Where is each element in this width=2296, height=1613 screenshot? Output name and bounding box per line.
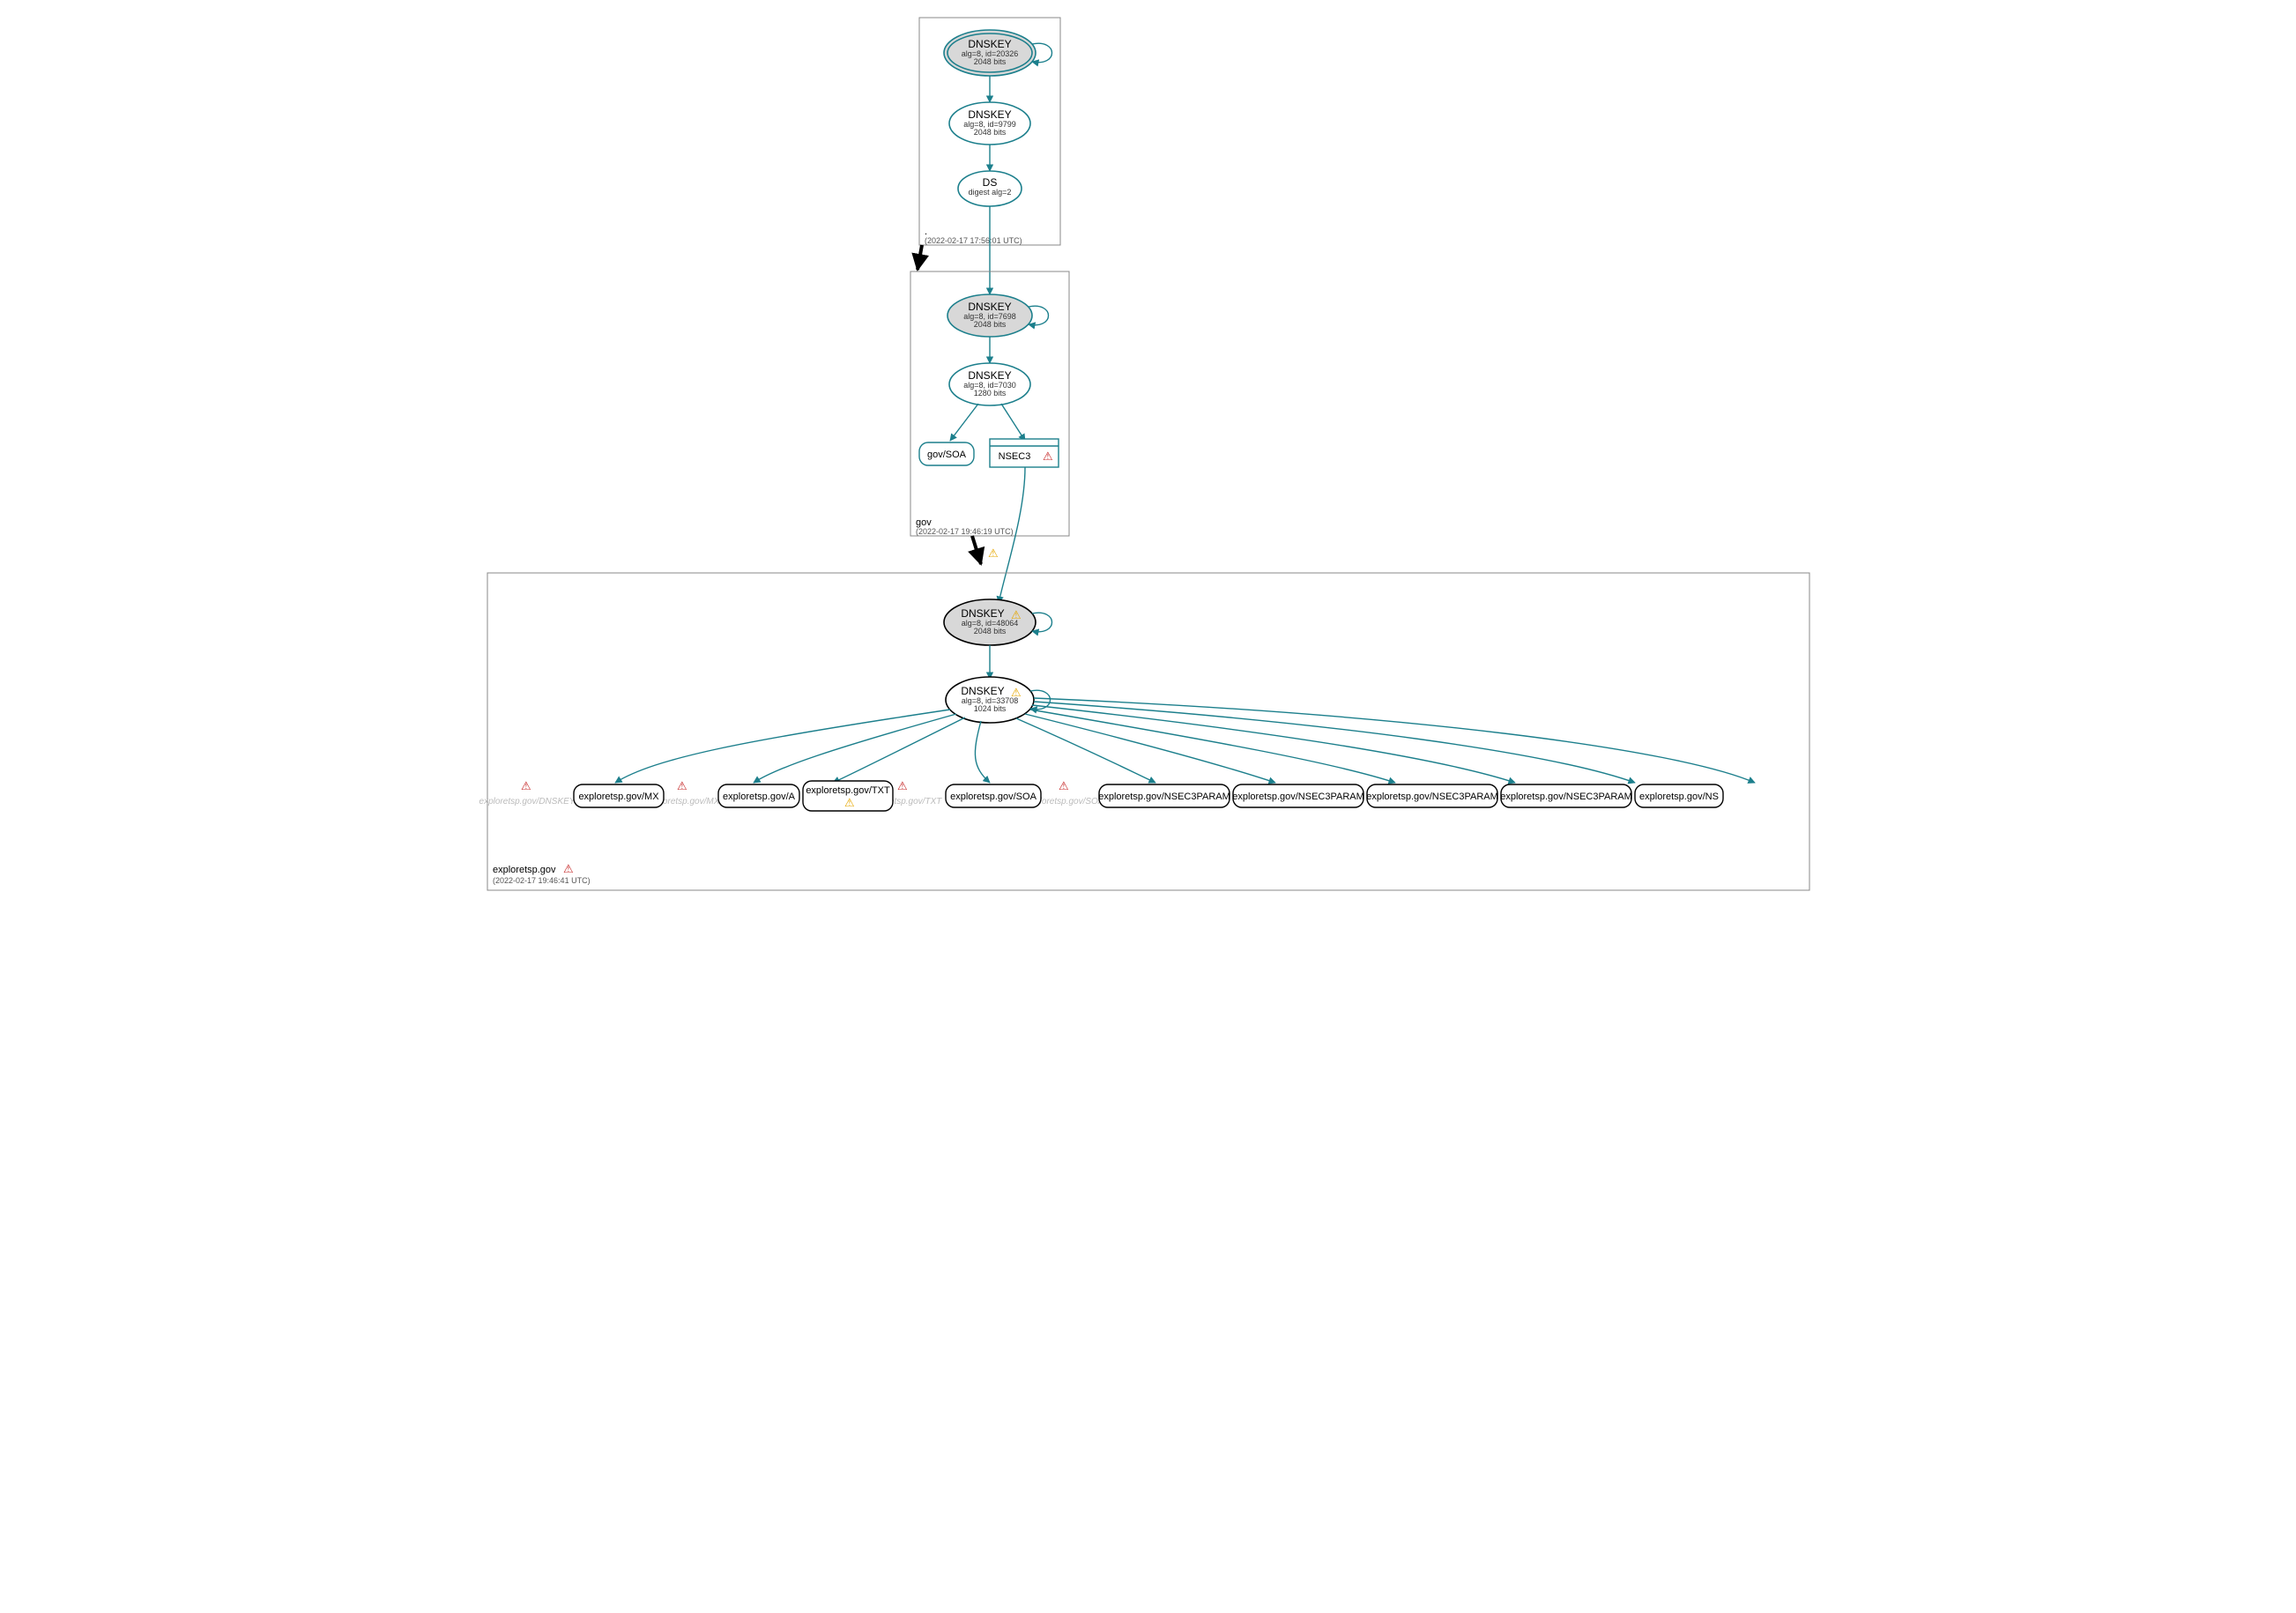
exp-ksk-title: DNSKEY	[961, 607, 1004, 620]
leaf-np2-label: exploretsp.gov/NSEC3PARAM	[1232, 792, 1364, 802]
leaf-np1-label: exploretsp.gov/NSEC3PARAM	[1098, 792, 1230, 802]
leaf-np3: exploretsp.gov/NSEC3PARAM	[1366, 784, 1498, 807]
zone-exp-ts: (2022-02-17 19:46:41 UTC)	[493, 876, 591, 885]
leaf-a-label: exploretsp.gov/A	[723, 792, 796, 802]
root-ds-title: DS	[982, 176, 997, 189]
gov-zsk: DNSKEY alg=8, id=7030 1280 bits	[949, 363, 1030, 405]
gov-ksk-title: DNSKEY	[968, 301, 1011, 313]
leaf-ns: exploretsp.gov/NS	[1635, 784, 1723, 807]
leaf-mx: exploretsp.gov/MX	[574, 784, 664, 807]
error-icon: ⚠	[1059, 779, 1069, 792]
edge-root-to-gov	[918, 245, 922, 270]
exp-zsk-title: DNSKEY	[961, 685, 1004, 697]
gov-soa-label: gov/SOA	[926, 450, 966, 460]
exp-zsk-bits: 1024 bits	[973, 704, 1006, 713]
root-zsk-bits: 2048 bits	[973, 128, 1006, 137]
gov-ksk-bits: 2048 bits	[973, 320, 1006, 329]
error-icon: ⚠	[1043, 450, 1053, 463]
error-icon: ⚠	[677, 779, 687, 792]
gov-nsec3-label: NSEC3	[998, 451, 1030, 462]
error-icon: ⚠	[521, 779, 531, 792]
warning-icon: ⚠	[844, 796, 855, 809]
leaf-np4-label: exploretsp.gov/NSEC3PARAM	[1500, 792, 1632, 802]
error-icon: ⚠	[897, 779, 908, 792]
zone-root-ts: (2022-02-17 17:56:01 UTC)	[925, 236, 1022, 245]
gov-zsk-title: DNSKEY	[968, 369, 1011, 382]
leaf-soa: exploretsp.gov/SOA	[946, 784, 1041, 807]
edge-gov-to-child	[972, 536, 981, 564]
zone-gov: gov (2022-02-17 19:46:19 UTC) DNSKEY alg…	[910, 271, 1069, 536]
error-icon: ⚠	[563, 862, 574, 875]
leaf-mx-label: exploretsp.gov/MX	[578, 792, 659, 802]
leaf-txt-label: exploretsp.gov/TXT	[806, 785, 890, 796]
leaf-txt: exploretsp.gov/TXT ⚠	[803, 781, 893, 811]
leaf-np3-label: exploretsp.gov/NSEC3PARAM	[1366, 792, 1498, 802]
zone-exploretsp: exploretsp.gov ⚠ (2022-02-17 19:46:41 UT…	[479, 573, 1809, 890]
gov-soa: gov/SOA	[919, 442, 974, 465]
zone-exp-name: exploretsp.gov	[493, 865, 556, 875]
leaf-ns-label: exploretsp.gov/NS	[1639, 792, 1719, 802]
leaf-a: exploretsp.gov/A	[718, 784, 799, 807]
ghost-dnskey: exploretsp.gov/DNSKEY	[479, 797, 576, 806]
exp-ksk: DNSKEY ⚠ alg=8, id=48064 2048 bits	[944, 599, 1052, 645]
leaf-np4: exploretsp.gov/NSEC3PARAM	[1500, 784, 1632, 807]
leaf-np2: exploretsp.gov/NSEC3PARAM	[1232, 784, 1364, 807]
exp-ksk-bits: 2048 bits	[973, 627, 1006, 636]
gov-ksk: DNSKEY alg=8, id=7698 2048 bits	[947, 294, 1049, 337]
root-ksk-title: DNSKEY	[968, 38, 1011, 50]
root-ksk: DNSKEY alg=8, id=20326 2048 bits	[944, 30, 1052, 76]
gov-zsk-bits: 1280 bits	[973, 389, 1006, 398]
gov-nsec3: NSEC3 ⚠	[990, 439, 1059, 467]
root-ds-alg: digest alg=2	[968, 188, 1011, 197]
root-zsk: DNSKEY alg=8, id=9799 2048 bits	[949, 102, 1030, 145]
warning-icon: ⚠	[988, 546, 999, 560]
leaf-np1: exploretsp.gov/NSEC3PARAM	[1098, 784, 1230, 807]
root-ksk-bits: 2048 bits	[973, 57, 1006, 66]
zone-gov-ts: (2022-02-17 19:46:19 UTC)	[916, 527, 1014, 536]
root-zsk-title: DNSKEY	[968, 108, 1011, 121]
root-ds: DS digest alg=2	[958, 171, 1022, 206]
leaf-soa-label: exploretsp.gov/SOA	[950, 792, 1037, 802]
